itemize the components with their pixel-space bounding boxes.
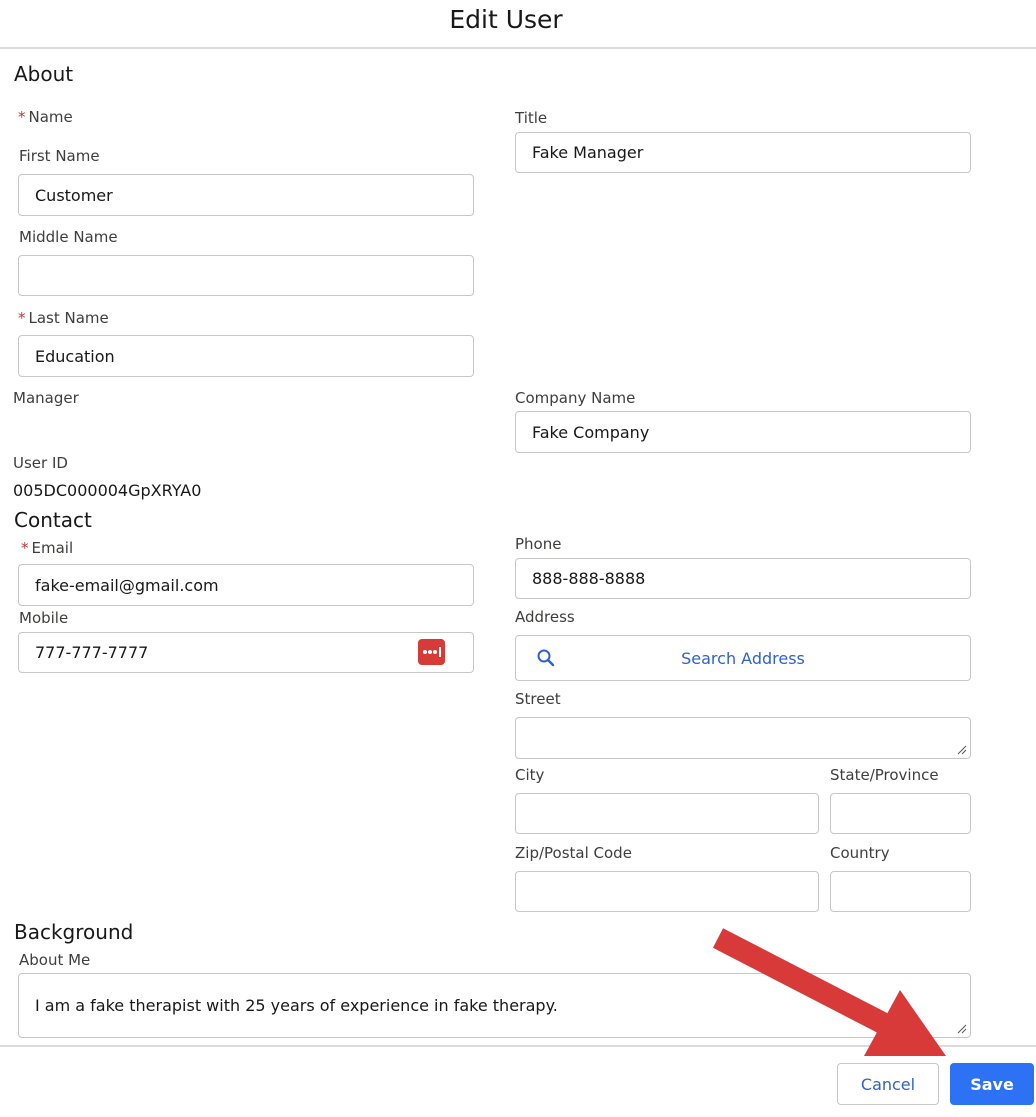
zip-input[interactable] — [515, 871, 819, 912]
email-label-row: * Email — [21, 539, 73, 557]
street-textarea[interactable] — [515, 717, 971, 759]
user-id-value: 005DC000004GpXRYA0 — [13, 481, 202, 500]
country-label: Country — [830, 844, 890, 862]
title-label: Title — [515, 109, 548, 127]
address-label: Address — [515, 608, 575, 626]
modal-title: Edit User — [449, 5, 563, 34]
country-input[interactable] — [830, 871, 971, 912]
last-name-label-row: * Last Name — [18, 309, 109, 327]
last-name-label: Last Name — [28, 309, 109, 327]
first-name-input[interactable]: Customer — [18, 174, 474, 216]
password-manager-icon[interactable] — [418, 639, 445, 665]
mobile-value: 777-777-7777 — [35, 643, 149, 662]
first-name-label: First Name — [19, 147, 100, 165]
cancel-button[interactable]: Cancel — [837, 1063, 939, 1105]
mobile-label: Mobile — [19, 609, 69, 627]
city-input[interactable] — [515, 793, 819, 834]
search-icon — [536, 648, 556, 672]
about-me-label: About Me — [19, 951, 91, 969]
name-label-text: Name — [28, 108, 73, 126]
contact-heading: Contact — [14, 508, 92, 532]
last-name-input[interactable]: Education — [18, 335, 474, 377]
phone-label: Phone — [515, 535, 562, 553]
state-input[interactable] — [830, 793, 971, 834]
arrow-icon — [712, 928, 946, 1056]
email-input[interactable]: fake-email@gmail.com — [18, 564, 474, 606]
about-heading: About — [14, 62, 74, 86]
resize-handle-icon[interactable] — [957, 745, 967, 755]
city-label: City — [515, 766, 545, 784]
save-button[interactable]: Save — [950, 1063, 1034, 1105]
mobile-input[interactable]: 777-777-7777 — [18, 632, 474, 673]
background-heading: Background — [14, 920, 134, 944]
state-label: State/Province — [830, 766, 939, 784]
company-name-input[interactable]: Fake Company — [515, 411, 971, 453]
required-asterisk: * — [21, 539, 29, 557]
zip-label: Zip/Postal Code — [515, 844, 632, 862]
header-divider — [0, 47, 1036, 49]
password-manager-glyph — [423, 647, 441, 657]
street-label: Street — [515, 690, 561, 708]
middle-name-input[interactable] — [18, 255, 474, 296]
search-address-label: Search Address — [681, 648, 805, 668]
email-label: Email — [31, 539, 74, 557]
phone-input[interactable]: 888-888-8888 — [515, 558, 971, 599]
name-label: * Name — [18, 108, 73, 126]
user-id-label: User ID — [13, 454, 68, 472]
required-asterisk: * — [18, 108, 26, 126]
company-name-label: Company Name — [515, 389, 636, 407]
title-input[interactable]: Fake Manager — [515, 132, 971, 173]
manager-label: Manager — [13, 389, 79, 407]
required-asterisk: * — [18, 309, 26, 327]
middle-name-label: Middle Name — [19, 228, 118, 246]
about-me-value: I am a fake therapist with 25 years of e… — [35, 996, 558, 1015]
search-address-button[interactable]: Search Address — [515, 635, 971, 681]
